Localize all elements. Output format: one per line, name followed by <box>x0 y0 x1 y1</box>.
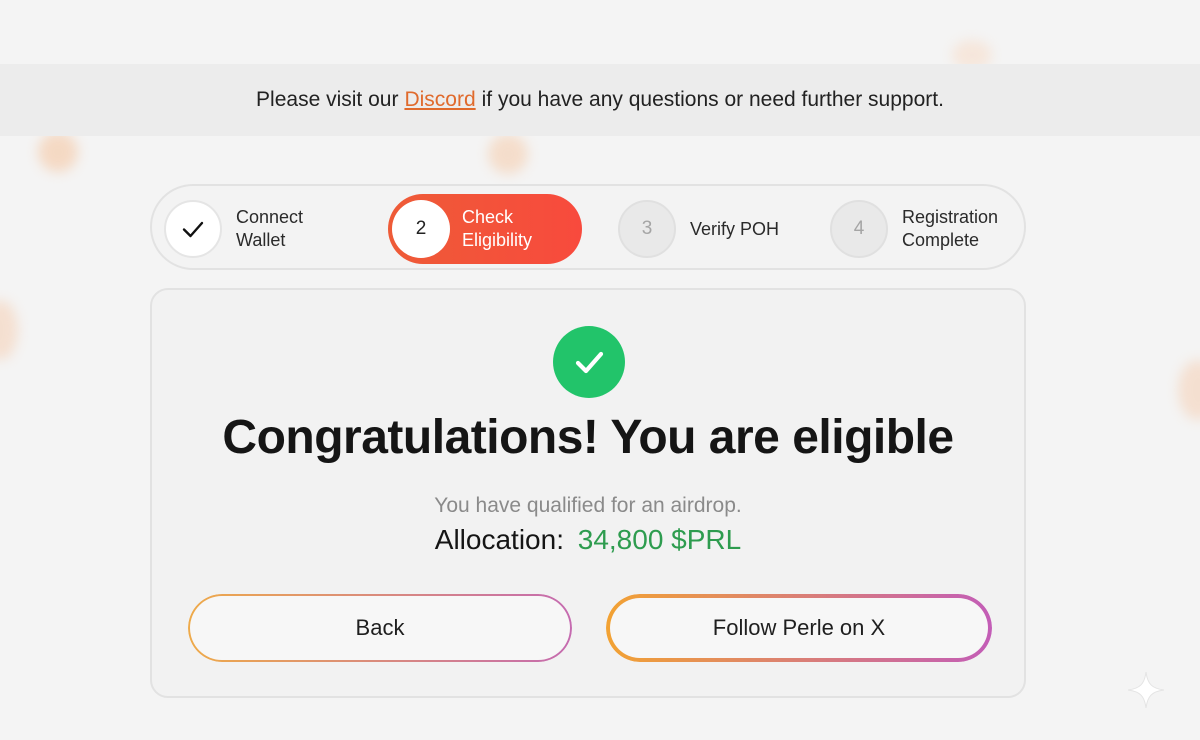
support-notice: Please visit our Discord if you have any… <box>0 64 1200 136</box>
discord-link[interactable]: Discord <box>404 88 475 112</box>
allocation-label: Allocation: <box>434 524 564 555</box>
result-subtext: You have qualified for an airdrop. <box>434 494 742 517</box>
step-connect-wallet: Connect Wallet <box>164 194 303 264</box>
step-registration-complete: 4 Registration Complete <box>830 194 998 264</box>
allocation: Allocation: 34,800 $PRL <box>152 524 1024 556</box>
registration-stepper: Connect Wallet 2 Check Eligibility 3 Ver… <box>150 184 1026 270</box>
notice-text-before: Please visit our <box>256 88 399 111</box>
background-bokeh <box>38 132 78 172</box>
background-bokeh <box>488 134 528 174</box>
step-number: 3 <box>618 200 676 258</box>
step-verify-poh: 3 Verify POH <box>618 194 779 264</box>
eligibility-result-card: Congratulations! You are eligible You ha… <box>150 288 1026 698</box>
step-label: Verify POH <box>690 218 780 239</box>
follow-perle-on-x-button[interactable]: Follow Perle on X <box>606 594 992 662</box>
step-number: 2 <box>392 200 450 258</box>
check-circle-icon <box>553 326 625 398</box>
back-button-label: Back <box>355 615 405 640</box>
checkmark-icon <box>164 200 222 258</box>
step-label: Check Eligibility <box>462 207 533 250</box>
allocation-value: 34,800 $PRL <box>577 524 742 555</box>
notice-text-after: if you have any questions or need furthe… <box>481 88 944 111</box>
follow-button-label: Follow Perle on X <box>712 615 886 640</box>
back-button[interactable]: Back <box>188 594 572 662</box>
background-bokeh <box>1178 360 1200 420</box>
step-label: Registration Complete <box>902 207 999 250</box>
step-label: Connect Wallet <box>236 207 304 250</box>
background-bokeh <box>0 300 18 360</box>
result-headline: Congratulations! You are eligible <box>222 411 954 464</box>
step-number: 4 <box>830 200 888 258</box>
sparkle-icon <box>1124 668 1168 712</box>
step-check-eligibility: 2 Check Eligibility <box>388 194 582 264</box>
